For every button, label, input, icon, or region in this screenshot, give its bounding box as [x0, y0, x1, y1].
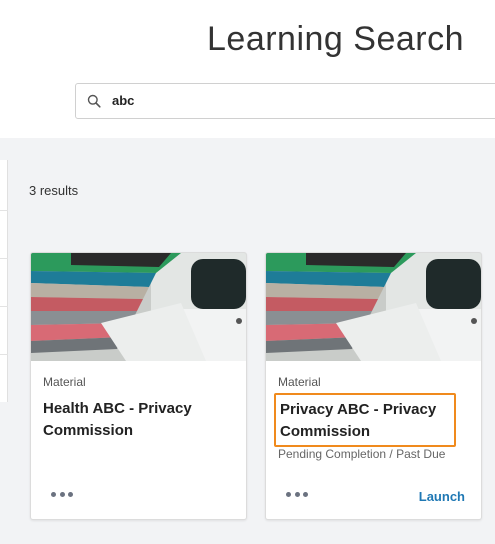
launch-button[interactable]: Launch [419, 489, 465, 504]
result-card[interactable]: Material Privacy ABC - Privacy Commissio… [265, 252, 482, 520]
card-type: Material [278, 375, 321, 389]
result-count: 3 results [29, 183, 79, 198]
more-icon[interactable] [286, 487, 308, 501]
filter-panel[interactable] [0, 160, 8, 402]
search-icon [87, 94, 101, 108]
more-icon[interactable] [51, 487, 73, 501]
card-status: Pending Completion / Past Due [278, 447, 446, 461]
card-thumbnail[interactable] [266, 253, 481, 361]
card-type: Material [43, 375, 86, 389]
page-title: Learning Search [207, 20, 465, 58]
result-card[interactable]: Material Health ABC - Privacy Commission [30, 252, 247, 520]
results-area: 3 results Material Health ABC - Privacy … [0, 138, 495, 544]
card-title[interactable]: Health ABC - Privacy Commission [43, 398, 233, 442]
search-value[interactable]: abc [112, 93, 134, 108]
card-thumbnail[interactable] [31, 253, 246, 361]
search-input[interactable]: abc [75, 83, 495, 119]
card-title[interactable]: Privacy ABC - Privacy Commission [274, 393, 456, 447]
header: Learning Search abc [0, 0, 495, 138]
